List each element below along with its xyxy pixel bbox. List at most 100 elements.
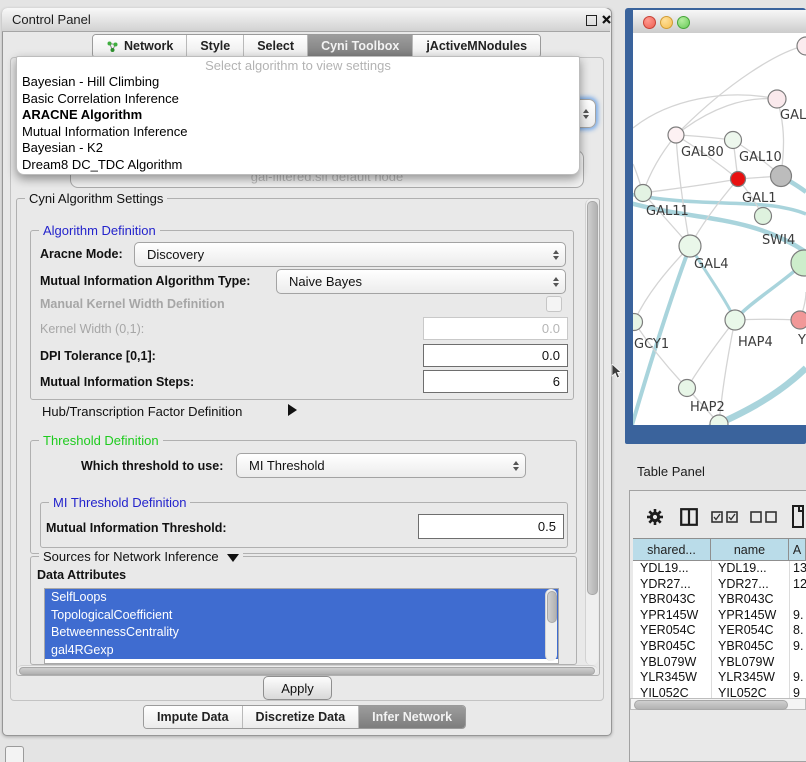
dropdown-item[interactable]: Basic Correlation Inference xyxy=(17,91,579,108)
close-traffic-light-icon[interactable] xyxy=(643,16,656,29)
attribute-item[interactable]: BetweennessCentrality xyxy=(45,624,558,642)
group-title: Sources for Network Inference xyxy=(39,549,243,564)
network-node-GAL4[interactable] xyxy=(679,235,701,257)
table-row[interactable]: YBR043CYBR043C xyxy=(633,592,806,608)
deselect-all-checkboxes-icon[interactable] xyxy=(750,511,778,523)
table-row[interactable]: YER054CYER054C8. xyxy=(633,623,806,639)
network-node-node-salmon[interactable] xyxy=(791,311,806,329)
network-edge[interactable] xyxy=(634,246,690,322)
node-label: SWI4 xyxy=(762,233,795,248)
tab-infer-network[interactable]: Infer Network xyxy=(359,706,465,728)
network-edge[interactable] xyxy=(690,179,738,246)
dropdown-item[interactable]: Mutual Information Inference xyxy=(17,124,579,141)
sources-title: Sources for Network Inference xyxy=(43,549,219,564)
new-table-icon[interactable] xyxy=(791,504,806,529)
column-header[interactable]: shared... xyxy=(633,539,711,560)
control-panel-titlebar[interactable] xyxy=(2,8,610,32)
tab-network[interactable]: Network xyxy=(93,35,187,57)
table-row[interactable]: YBR045CYBR045C9. xyxy=(633,639,806,655)
table-row[interactable]: YBL079WYBL079W xyxy=(633,655,806,671)
attribute-item[interactable]: SelfLoops xyxy=(45,589,558,607)
network-node-GAL1[interactable] xyxy=(731,172,746,187)
column-divider xyxy=(711,561,712,698)
kernel-width-field[interactable]: 0.0 xyxy=(423,317,568,340)
mi-type-combo[interactable]: Naive Bayes xyxy=(276,269,566,294)
network-icon xyxy=(106,40,119,53)
network-edge[interactable] xyxy=(676,99,777,135)
node-label: GAL xyxy=(780,108,806,123)
tab-impute-data[interactable]: Impute Data xyxy=(144,706,243,728)
close-icon[interactable] xyxy=(601,14,612,25)
settings-vertical-scrollbar[interactable] xyxy=(585,199,598,665)
apply-button[interactable]: Apply xyxy=(263,676,332,700)
tab-discretize-data[interactable]: Discretize Data xyxy=(243,706,360,728)
network-edge[interactable] xyxy=(643,135,676,193)
network-node-node-gal-pink[interactable] xyxy=(768,90,786,108)
table-row[interactable]: YIL052CYIL052C9 xyxy=(633,686,806,698)
table-cell: YPR145W xyxy=(633,608,711,624)
select-all-checkboxes-icon[interactable] xyxy=(711,511,739,523)
panel-corner-button[interactable] xyxy=(5,746,24,762)
minimize-traffic-light-icon[interactable] xyxy=(660,16,673,29)
tab-jactivemnodules[interactable]: jActiveMNodules xyxy=(413,35,540,57)
float-window-icon[interactable] xyxy=(586,15,597,26)
data-attributes-list[interactable]: SelfLoopsTopologicalCoefficientBetweenne… xyxy=(44,588,559,664)
table-cell: YLR345W xyxy=(633,670,711,686)
network-edge[interactable] xyxy=(687,320,735,388)
network-node-HAP4[interactable] xyxy=(725,310,745,330)
hub-definition-label[interactable]: Hub/Transcription Factor Definition xyxy=(42,404,242,419)
which-threshold-combo[interactable]: MI Threshold xyxy=(236,453,526,478)
table-row[interactable]: YDR27...YDR27...12 xyxy=(633,577,806,593)
table-header-row: shared...nameA xyxy=(633,538,806,561)
network-node-HAP2[interactable] xyxy=(679,380,696,397)
tab-style[interactable]: Style xyxy=(187,35,244,57)
network-node-GAL80[interactable] xyxy=(668,127,684,143)
gear-icon[interactable] xyxy=(646,508,664,526)
group-title: MI Threshold Definition xyxy=(49,495,190,510)
table-cell: 9 xyxy=(789,686,806,698)
mi-steps-field[interactable]: 6 xyxy=(423,370,568,393)
network-node-GAL10[interactable] xyxy=(725,132,742,149)
network-edge[interactable] xyxy=(633,246,690,425)
group-title: Cyni Algorithm Settings xyxy=(25,191,167,206)
column-header[interactable]: name xyxy=(711,539,789,560)
network-canvas[interactable]: GALGAL80GAL10GAL1GAL11SWI4GAL4GCY1HAP4YH… xyxy=(633,33,806,425)
columns-icon[interactable] xyxy=(680,508,698,526)
control-panel-title: Control Panel xyxy=(12,12,91,27)
attributes-list-scrollbar[interactable] xyxy=(545,589,557,661)
table-cell: YPR145W xyxy=(711,608,789,624)
table-row[interactable]: YPR145WYPR145W9. xyxy=(633,608,806,624)
expand-arrow-icon[interactable] xyxy=(288,404,297,416)
zoom-traffic-light-icon[interactable] xyxy=(677,16,690,29)
table-cell: YBR043C xyxy=(711,592,789,608)
network-node-node-partial-top-right[interactable] xyxy=(797,37,806,55)
collapse-arrow-icon[interactable] xyxy=(227,554,239,562)
network-node-GCY1[interactable] xyxy=(633,314,643,331)
attribute-item[interactable]: TopologicalCoefficient xyxy=(45,607,558,625)
tab-select[interactable]: Select xyxy=(244,35,308,57)
network-window-titlebar[interactable] xyxy=(633,10,806,34)
dpi-tolerance-field[interactable]: 0.0 xyxy=(423,344,568,367)
column-header[interactable]: A xyxy=(789,539,806,560)
dropdown-item[interactable]: Bayesian - Hill Climbing xyxy=(17,74,579,91)
table-row[interactable]: YDL19...YDL19...13 xyxy=(633,561,806,577)
aracne-mode-combo[interactable]: Discovery xyxy=(134,242,566,267)
dropdown-item[interactable]: Dream8 DC_TDC Algorithm xyxy=(17,157,579,174)
which-threshold-value: MI Threshold xyxy=(249,458,325,473)
settings-horizontal-scrollbar[interactable] xyxy=(17,665,597,675)
network-node-GAL11[interactable] xyxy=(635,185,652,202)
network-node-SWI4[interactable] xyxy=(755,208,772,225)
table-row[interactable]: YLR345WYLR345W9. xyxy=(633,670,806,686)
network-edge[interactable] xyxy=(633,95,777,128)
dropdown-item[interactable]: ARACNE Algorithm xyxy=(17,107,579,124)
network-node-node-gray[interactable] xyxy=(771,166,792,187)
network-edge[interactable] xyxy=(643,179,738,193)
tab-cyni-toolbox[interactable]: Cyni Toolbox xyxy=(308,35,413,57)
dropdown-item[interactable]: Bayesian - K2 xyxy=(17,140,579,157)
manual-kernel-checkbox[interactable] xyxy=(546,296,562,312)
mi-type-value: Naive Bayes xyxy=(289,274,362,289)
mi-threshold-field[interactable]: 0.5 xyxy=(418,514,564,539)
attribute-item[interactable]: gal4RGexp xyxy=(45,642,558,660)
table-horizontal-scrollbar[interactable] xyxy=(630,698,806,710)
table-cell: YBL079W xyxy=(633,655,711,671)
